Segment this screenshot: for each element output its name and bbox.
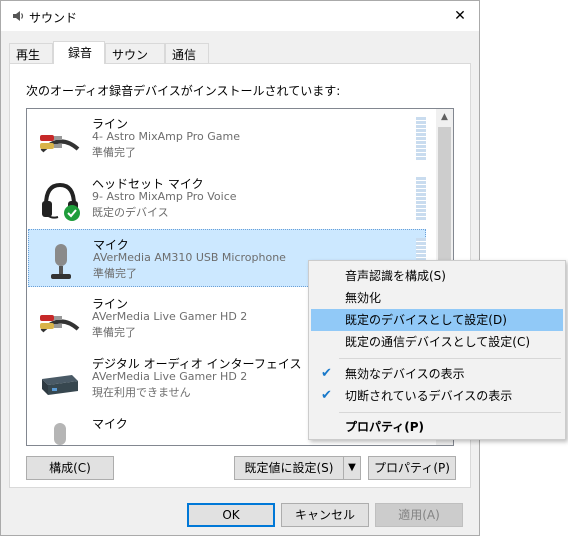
window-title: サウンド bbox=[29, 11, 78, 25]
device-description: AVerMedia Live Gamer HD 2 bbox=[92, 370, 248, 383]
checkmark-icon: ✔ bbox=[321, 366, 332, 381]
tab-sounds[interactable]: サウンド bbox=[105, 43, 165, 79]
apply-button[interactable]: 適用(A) bbox=[375, 503, 463, 527]
menu-separator bbox=[339, 412, 561, 413]
device-status: 準備完了 bbox=[93, 267, 137, 280]
device-description: AVerMedia AM310 USB Microphone bbox=[93, 251, 286, 264]
cancel-button[interactable]: キャンセル bbox=[281, 503, 369, 527]
tab-recording[interactable]: 録音 bbox=[53, 41, 105, 64]
capture-card-icon bbox=[42, 375, 78, 395]
level-meter bbox=[416, 117, 426, 161]
menu-item-set-default-device[interactable]: 既定のデバイスとして設定(D) bbox=[311, 309, 563, 331]
device-status: 現在利用できません bbox=[92, 386, 191, 399]
tab-playback[interactable]: 再生 bbox=[9, 43, 53, 63]
list-item[interactable]: ヘッドセット マイク 9- Astro MixAmp Pro Voice 既定の… bbox=[28, 169, 426, 229]
context-menu: 音声認識を構成(S) 無効化 既定のデバイスとして設定(D) 既定の通信デバイス… bbox=[308, 260, 566, 440]
device-description: 9- Astro MixAmp Pro Voice bbox=[92, 190, 237, 203]
device-description: AVerMedia Live Gamer HD 2 bbox=[92, 310, 248, 323]
menu-item-set-default-comm[interactable]: 既定の通信デバイスとして設定(C) bbox=[311, 331, 563, 353]
device-name: マイク bbox=[92, 417, 128, 431]
level-meter bbox=[416, 177, 426, 221]
configure-button[interactable]: 構成(C) bbox=[26, 456, 114, 480]
title-bar: サウンド ✕ bbox=[1, 1, 479, 31]
close-button[interactable]: ✕ bbox=[449, 5, 471, 27]
device-list-caption: 次のオーディオ録音デバイスがインストールされています: bbox=[26, 84, 341, 98]
tab-communications[interactable]: 通信 bbox=[165, 43, 209, 63]
set-default-dropdown[interactable]: ▼ bbox=[343, 456, 361, 480]
rca-cable-icon bbox=[40, 315, 80, 333]
device-status: 準備完了 bbox=[92, 326, 136, 339]
dropdown-arrow-icon: ▼ bbox=[348, 462, 356, 473]
scroll-up-icon[interactable]: ▲ bbox=[436, 109, 453, 126]
microphone-icon bbox=[51, 244, 71, 279]
set-default-button[interactable]: 既定値に設定(S) bbox=[234, 456, 344, 480]
microphone-icon bbox=[54, 423, 66, 445]
properties-button[interactable]: プロパティ(P) bbox=[368, 456, 456, 480]
list-item[interactable]: ライン 4- Astro MixAmp Pro Game 準備完了 bbox=[28, 109, 426, 169]
device-status: 既定のデバイス bbox=[92, 206, 169, 219]
menu-item-disable[interactable]: 無効化 bbox=[311, 287, 563, 309]
menu-item-configure-speech[interactable]: 音声認識を構成(S) bbox=[311, 265, 563, 287]
close-icon: ✕ bbox=[454, 8, 466, 24]
menu-item-label: 切断されているデバイスの表示 bbox=[345, 389, 513, 403]
ok-button[interactable]: OK bbox=[187, 503, 275, 527]
device-description: 4- Astro MixAmp Pro Game bbox=[92, 130, 241, 143]
device-status: 準備完了 bbox=[92, 146, 136, 159]
speaker-icon bbox=[13, 11, 24, 21]
headset-icon bbox=[42, 182, 80, 221]
menu-item-show-disabled[interactable]: ✔ 無効なデバイスの表示 bbox=[311, 363, 563, 385]
menu-separator bbox=[339, 358, 561, 359]
menu-item-properties[interactable]: プロパティ(P) bbox=[311, 416, 563, 438]
menu-item-show-disconnected[interactable]: ✔ 切断されているデバイスの表示 bbox=[311, 385, 563, 407]
menu-item-label: 無効なデバイスの表示 bbox=[345, 367, 465, 381]
rca-cable-icon bbox=[40, 135, 80, 153]
checkmark-icon: ✔ bbox=[321, 388, 332, 403]
